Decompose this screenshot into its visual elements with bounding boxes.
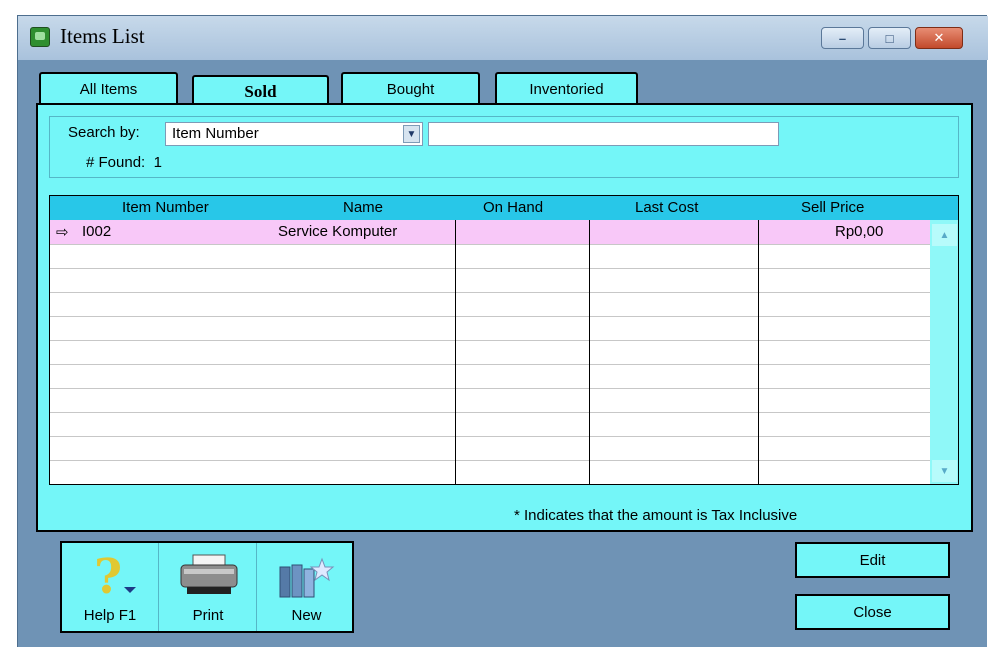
- search-by-label: Search by:: [68, 124, 140, 141]
- row-divider: [50, 268, 930, 269]
- printer-icon: [180, 554, 238, 594]
- dropdown-arrow-icon: [124, 587, 136, 593]
- help-question-icon: ?: [94, 549, 123, 605]
- row-divider: [50, 436, 930, 437]
- cell-item-number: I002: [82, 223, 112, 240]
- table-header: Item Number Name On Hand Last Cost Sell …: [50, 196, 958, 220]
- scroll-up-arrow-icon[interactable]: ▲: [932, 224, 957, 246]
- new-label: New: [291, 607, 322, 624]
- edit-button[interactable]: Edit: [795, 542, 950, 578]
- cell-sell-price: Rp0,00: [835, 223, 884, 240]
- cell-name: Service Komputer: [278, 223, 398, 240]
- tab-inventoried[interactable]: Inventoried: [495, 72, 638, 104]
- dropdown-arrow-icon[interactable]: ▼: [403, 125, 420, 143]
- title-bar: Items List – □ ✕: [18, 16, 988, 60]
- table-row[interactable]: [50, 220, 930, 244]
- scroll-down-arrow-icon[interactable]: ▼: [932, 460, 957, 482]
- search-field-select[interactable]: Item Number ▼: [165, 122, 423, 146]
- minimize-button[interactable]: –: [821, 27, 864, 49]
- column-header-name[interactable]: Name: [343, 199, 383, 216]
- main-panel: Search by: Item Number ▼ # Found: 1 Item…: [36, 103, 973, 532]
- tab-bought[interactable]: Bought: [341, 72, 480, 104]
- app-icon: [30, 27, 50, 47]
- row-divider: [50, 460, 930, 461]
- column-divider: [758, 220, 759, 484]
- column-header-item-number[interactable]: Item Number: [122, 199, 209, 216]
- column-header-on-hand[interactable]: On Hand: [483, 199, 543, 216]
- items-table: Item Number Name On Hand Last Cost Sell …: [49, 195, 959, 485]
- row-pointer-icon: ⇨: [56, 224, 69, 241]
- close-button[interactable]: Close: [795, 594, 950, 630]
- vertical-scrollbar[interactable]: ▲ ▼: [930, 220, 958, 484]
- close-window-button[interactable]: ✕: [915, 27, 963, 49]
- row-divider: [50, 412, 930, 413]
- search-section: Search by: Item Number ▼ # Found: 1: [49, 116, 959, 178]
- print-button[interactable]: Print: [160, 543, 257, 631]
- row-divider: [50, 292, 930, 293]
- new-item-icon: [279, 557, 335, 598]
- action-toolbar: ? Help F1 Print New: [60, 541, 354, 633]
- row-divider: [50, 364, 930, 365]
- search-input[interactable]: [428, 122, 779, 146]
- tab-all-items[interactable]: All Items: [39, 72, 178, 104]
- items-list-window: Items List – □ ✕ All Items Sold Bought I…: [17, 15, 988, 647]
- column-divider: [455, 220, 456, 484]
- window-title: Items List: [60, 24, 145, 48]
- maximize-button[interactable]: □: [868, 27, 911, 49]
- column-header-sell-price[interactable]: Sell Price: [801, 199, 864, 216]
- row-divider: [50, 316, 930, 317]
- row-divider: [50, 388, 930, 389]
- column-header-last-cost[interactable]: Last Cost: [635, 199, 698, 216]
- found-count-label: # Found: 1: [86, 154, 162, 171]
- new-button[interactable]: New: [258, 543, 355, 631]
- column-divider: [589, 220, 590, 484]
- help-button[interactable]: ? Help F1: [62, 543, 159, 631]
- row-divider: [50, 340, 930, 341]
- row-divider: [50, 244, 930, 245]
- tax-inclusive-note: * Indicates that the amount is Tax Inclu…: [514, 507, 798, 524]
- print-label: Print: [192, 607, 224, 624]
- help-label: Help F1: [83, 607, 137, 624]
